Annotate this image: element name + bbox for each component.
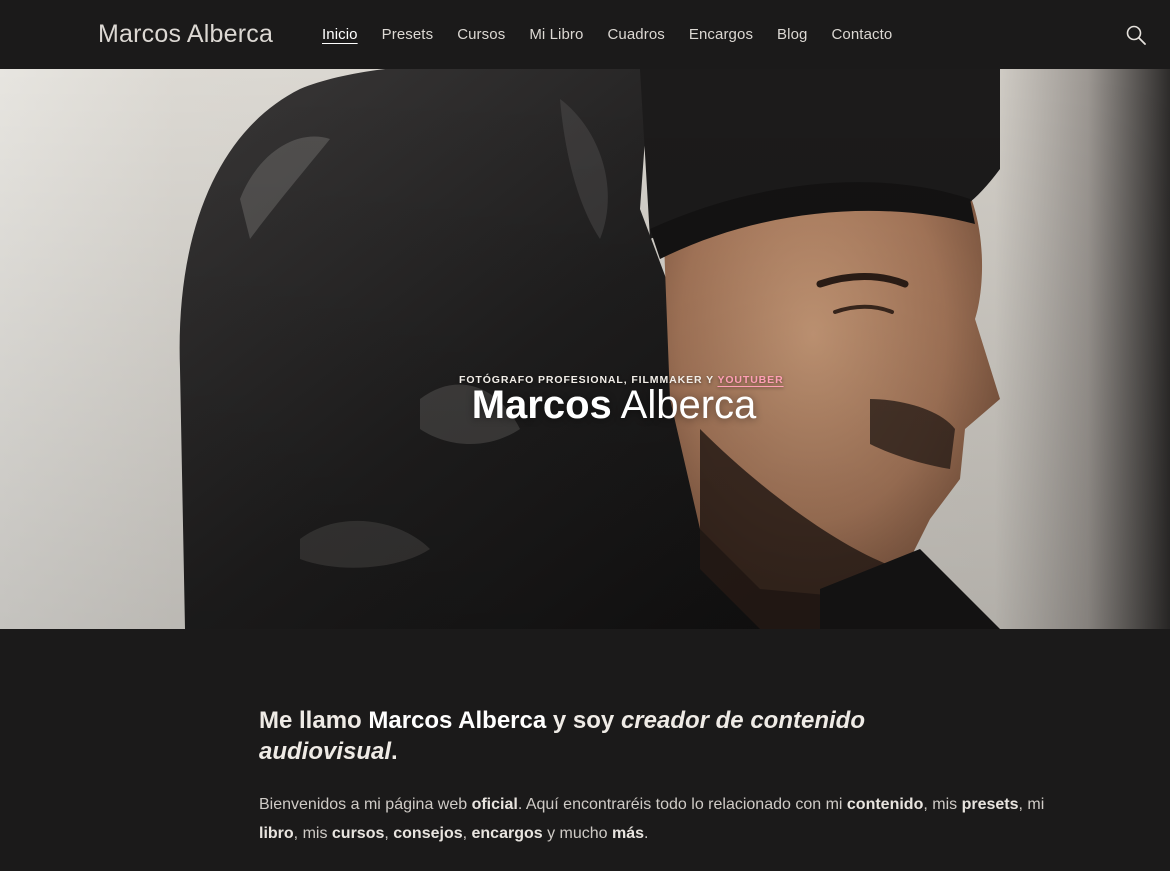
youtuber-link[interactable]: YouTuber (717, 374, 783, 386)
welcome-bold: consejos (393, 825, 463, 842)
nav-item-mi-libro[interactable]: Mi Libro (529, 26, 583, 44)
nav-item-cursos[interactable]: Cursos (457, 26, 505, 44)
nav-item-blog[interactable]: Blog (777, 26, 807, 44)
nav-item-encargos[interactable]: Encargos (689, 26, 753, 44)
nav-item-inicio[interactable]: Inicio (322, 26, 358, 44)
hero-subtitle-text: Fotógrafo profesional, filmmaker y (459, 374, 714, 386)
search-icon (1126, 25, 1146, 45)
welcome-bold: contenido (846, 796, 924, 813)
welcome-bold: cursos (331, 825, 385, 842)
welcome-text: Bienvenidos a mi página web (259, 796, 472, 813)
nav-item-contacto[interactable]: Contacto (831, 26, 892, 44)
intro-text-2: y soy (546, 707, 621, 734)
welcome-text: y mucho (542, 825, 612, 842)
nav-item-cuadros[interactable]: Cuadros (607, 26, 664, 44)
intro-text-1: Me llamo (259, 707, 369, 734)
site-brand-link[interactable]: Marcos Alberca (98, 20, 273, 49)
intro-text-3: . (391, 738, 398, 765)
welcome-text: , mis (293, 825, 332, 842)
search-button[interactable] (1125, 24, 1147, 46)
welcome-text: , mis (923, 796, 962, 813)
main-nav: Inicio Presets Cursos Mi Libro Cuadros E… (322, 26, 916, 44)
site-header: Marcos Alberca Inicio Presets Cursos Mi … (0, 0, 1170, 69)
hero-portrait-image (0, 69, 1170, 629)
hero-title-bold: Marcos (471, 383, 612, 427)
welcome-text: . Aquí encontraréis todo lo relacionado … (517, 796, 847, 813)
welcome-paragraph: Bienvenidos a mi página web oficial. Aqu… (259, 790, 1049, 848)
hero-subtitle: Fotógrafo profesional, filmmaker y YouTu… (459, 374, 784, 386)
welcome-text: , (384, 825, 394, 842)
welcome-bold: más (612, 825, 645, 842)
nav-item-presets[interactable]: Presets (382, 26, 434, 44)
intro-name: Marcos Alberca (368, 707, 547, 734)
welcome-bold: encargos (471, 825, 543, 842)
welcome-bold: oficial (471, 796, 518, 813)
hero-title-light: Alberca (620, 383, 757, 427)
welcome-bold: presets (961, 796, 1019, 813)
welcome-bold: libro (259, 825, 294, 842)
welcome-text: , mi (1018, 796, 1045, 813)
hero-title: Marcos Alberca (0, 383, 1170, 428)
hero-banner: Marcos Alberca (0, 69, 1170, 629)
welcome-text: . (644, 825, 649, 842)
intro-heading: Me llamo Marcos Alberca y soy creador de… (259, 705, 939, 767)
welcome-text: , (462, 825, 472, 842)
